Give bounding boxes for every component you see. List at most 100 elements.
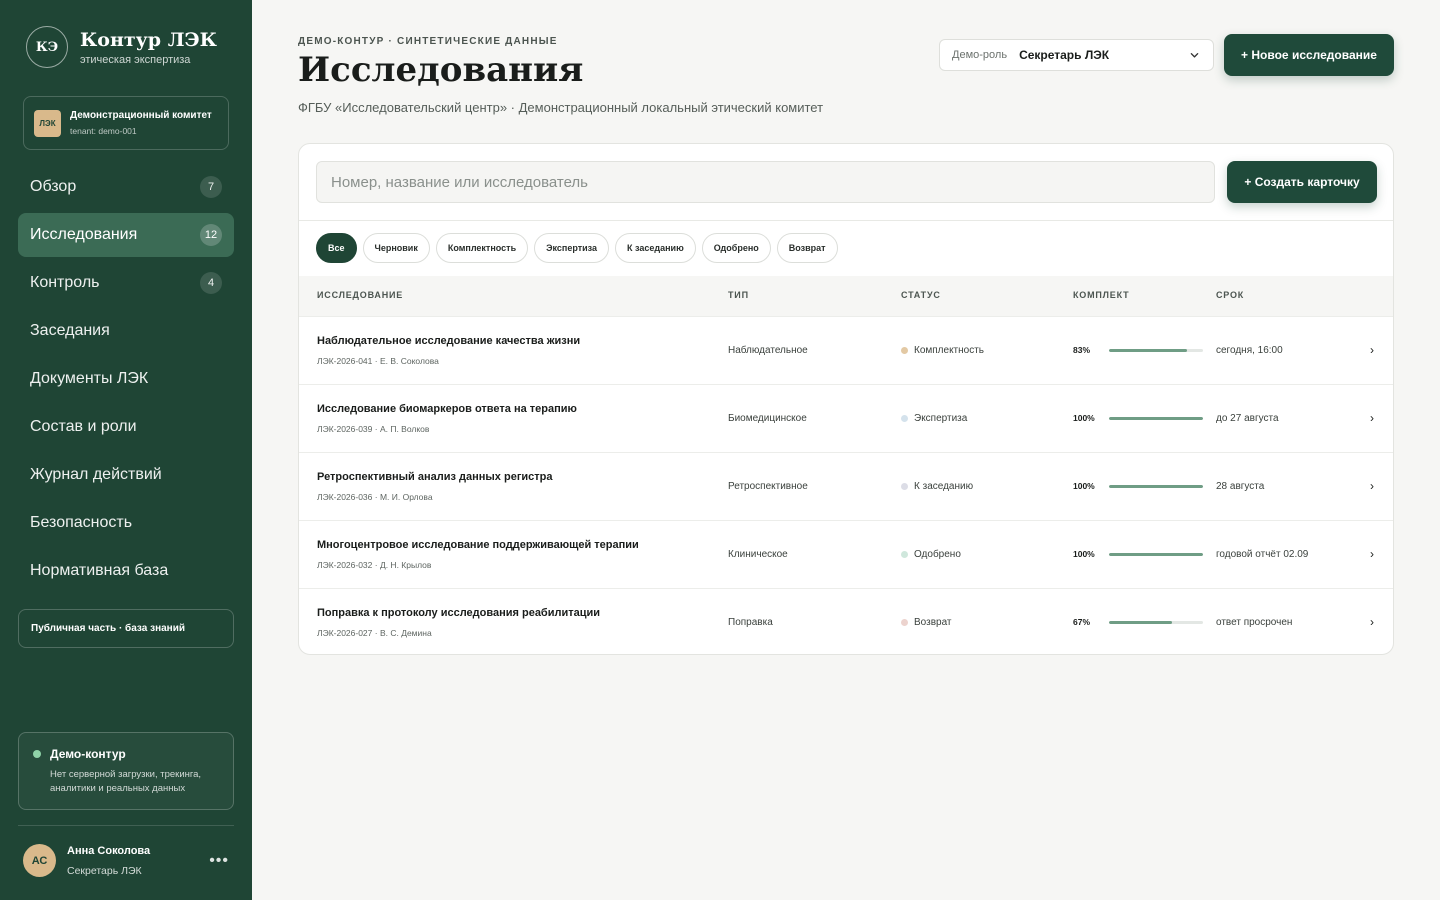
page-eyebrow: ДЕМО-КОНТУР · СИНТЕТИЧЕСКИЕ ДАННЫЕ xyxy=(298,36,558,47)
status-filters: Все Черновик Комплектность Экспертиза К … xyxy=(316,233,844,263)
sidebar-item-label: Нормативная база xyxy=(30,562,169,579)
study-due: сегодня, 16:00 xyxy=(1216,345,1283,356)
completeness-percent: 100% xyxy=(1073,549,1095,559)
demo-role-select[interactable]: Демо-роль Секретарь ЛЭК xyxy=(939,39,1214,71)
completeness-percent: 100% xyxy=(1073,481,1095,491)
new-study-button[interactable]: + Новое исследование xyxy=(1224,34,1394,76)
column-header-status[interactable]: СТАТУС xyxy=(901,290,941,300)
completeness-percent: 83% xyxy=(1073,345,1091,355)
column-header-type[interactable]: ТИП xyxy=(728,290,749,300)
column-header-completeness[interactable]: КОМПЛЕКТ xyxy=(1073,290,1129,300)
sidebar-item-label: Безопасность xyxy=(30,514,133,531)
completeness-percent: 67% xyxy=(1073,617,1091,627)
status-dot-icon xyxy=(33,750,41,758)
page-title: Исследования xyxy=(298,50,584,90)
table-row[interactable]: Исследование биомаркеров ответа на терап… xyxy=(299,384,1393,452)
study-type: Наблюдательное xyxy=(728,345,808,356)
study-title: Исследование биомаркеров ответа на терап… xyxy=(317,403,577,415)
sidebar-item-meetings[interactable]: Заседания xyxy=(18,309,234,353)
sidebar-item-label: Исследования xyxy=(30,226,138,243)
study-title: Наблюдательное исследование качества жиз… xyxy=(317,335,581,347)
completeness-bar xyxy=(1109,485,1203,488)
sidebar-item-control[interactable]: Контроль 4 xyxy=(18,261,234,305)
study-due: до 27 августа xyxy=(1216,413,1279,424)
sidebar-item-studies[interactable]: Исследования 12 xyxy=(18,213,234,257)
study-title: Ретроспективный анализ данных регистра xyxy=(317,471,553,483)
status-badge: К заседанию xyxy=(901,481,973,492)
sidebar-item-documents[interactable]: Документы ЛЭК xyxy=(18,357,234,401)
public-knowledge-base-link[interactable]: Публичная часть · база знаний xyxy=(18,609,234,648)
status-label: К заседанию xyxy=(914,481,974,492)
user-name: Анна Соколова xyxy=(67,844,151,857)
brand-logo: КЭ xyxy=(26,26,68,68)
chevron-right-icon[interactable]: › xyxy=(1370,411,1374,425)
chevron-right-icon[interactable]: › xyxy=(1370,615,1374,629)
filter-chip-returned[interactable]: Возврат xyxy=(776,233,838,263)
sidebar-item-members[interactable]: Состав и роли xyxy=(18,405,234,449)
filter-chip-draft[interactable]: Черновик xyxy=(362,233,430,263)
committee-switcher[interactable]: ЛЭК Демонстрационный комитет tenant: dem… xyxy=(23,96,229,150)
study-meta: ЛЭК-2026-027 · В. С. Демина xyxy=(317,628,432,638)
completeness-bar-fill xyxy=(1109,349,1188,352)
study-type: Биомедицинское xyxy=(728,413,807,424)
divider xyxy=(299,220,1393,221)
search-input[interactable] xyxy=(316,161,1215,203)
filter-chip-completeness[interactable]: Комплектность xyxy=(435,233,529,263)
table-row[interactable]: Многоцентровое исследование поддерживающ… xyxy=(299,520,1393,588)
status-dot-icon xyxy=(901,551,908,558)
sidebar-item-label: Заседания xyxy=(30,322,110,339)
user-role: Секретарь ЛЭК xyxy=(67,864,142,877)
filter-chip-to-meeting[interactable]: К заседанию xyxy=(615,233,696,263)
committee-badge: ЛЭК xyxy=(34,109,61,137)
create-card-button[interactable]: + Создать карточку xyxy=(1227,161,1377,203)
sidebar-nav: Обзор 7 Исследования 12 Контроль 4 Засед… xyxy=(18,165,234,597)
sidebar-item-security[interactable]: Безопасность xyxy=(18,501,234,545)
filter-chip-review[interactable]: Экспертиза xyxy=(534,233,610,263)
sidebar-item-regulations[interactable]: Нормативная база xyxy=(18,549,234,593)
sidebar: КЭ Контур ЛЭК этическая экспертиза ЛЭК Д… xyxy=(0,0,252,900)
chevron-right-icon[interactable]: › xyxy=(1370,547,1374,561)
study-meta: ЛЭК-2026-036 · М. И. Орлова xyxy=(317,492,433,502)
status-dot-icon xyxy=(901,347,908,354)
table-row[interactable]: Поправка к протоколу исследования реабил… xyxy=(299,588,1393,654)
chevron-right-icon[interactable]: › xyxy=(1370,343,1374,357)
studies-panel: + Создать карточку Все Черновик Комплект… xyxy=(298,143,1394,655)
status-badge: Экспертиза xyxy=(901,413,967,424)
status-badge: Одобрено xyxy=(901,549,961,560)
filter-chip-all[interactable]: Все xyxy=(316,233,357,263)
sidebar-item-label: Обзор xyxy=(30,178,77,195)
avatar: АС xyxy=(23,844,56,877)
completeness-bar xyxy=(1109,553,1203,556)
completeness-bar-fill xyxy=(1109,417,1203,420)
status-badge: Комплектность xyxy=(901,345,984,356)
user-profile[interactable]: АС Анна Соколова Секретарь ЛЭК ••• xyxy=(23,844,233,877)
sidebar-item-label: Документы ЛЭК xyxy=(30,370,149,387)
table-row[interactable]: Ретроспективный анализ данных регистра Л… xyxy=(299,452,1393,520)
sidebar-item-audit-log[interactable]: Журнал действий xyxy=(18,453,234,497)
sidebar-item-count: 4 xyxy=(200,272,222,294)
more-options-icon[interactable]: ••• xyxy=(209,852,229,870)
study-meta: ЛЭК-2026-039 · А. П. Волков xyxy=(317,424,430,434)
status-dot-icon xyxy=(901,415,908,422)
chevron-down-icon xyxy=(1190,53,1199,58)
study-type: Поправка xyxy=(728,617,773,628)
table-row[interactable]: Наблюдательное исследование качества жиз… xyxy=(299,316,1393,384)
chevron-right-icon[interactable]: › xyxy=(1370,479,1374,493)
sidebar-item-overview[interactable]: Обзор 7 xyxy=(18,165,234,209)
brand-text: Контур ЛЭК этическая экспертиза xyxy=(80,29,217,66)
demo-role-label: Демо-роль xyxy=(952,49,1008,61)
brand[interactable]: КЭ Контур ЛЭК этическая экспертиза xyxy=(26,26,217,68)
demo-notice-text: Нет серверной загрузки, трекинга, аналит… xyxy=(50,769,202,794)
brand-title: Контур ЛЭК xyxy=(80,28,217,51)
page-subtitle: ФГБУ «Исследовательский центр» · Демонст… xyxy=(298,100,824,115)
column-header-study[interactable]: ИССЛЕДОВАНИЕ xyxy=(317,290,403,300)
status-label: Одобрено xyxy=(914,549,961,560)
status-dot-icon xyxy=(901,483,908,490)
filter-chip-approved[interactable]: Одобрено xyxy=(701,233,771,263)
status-label: Возврат xyxy=(914,617,952,628)
column-header-due[interactable]: СРОК xyxy=(1216,290,1244,300)
sidebar-item-count: 12 xyxy=(200,224,222,246)
status-dot-icon xyxy=(901,619,908,626)
table-header: ИССЛЕДОВАНИЕ ТИП СТАТУС КОМПЛЕКТ СРОК xyxy=(299,276,1393,316)
completeness-bar-fill xyxy=(1109,485,1203,488)
